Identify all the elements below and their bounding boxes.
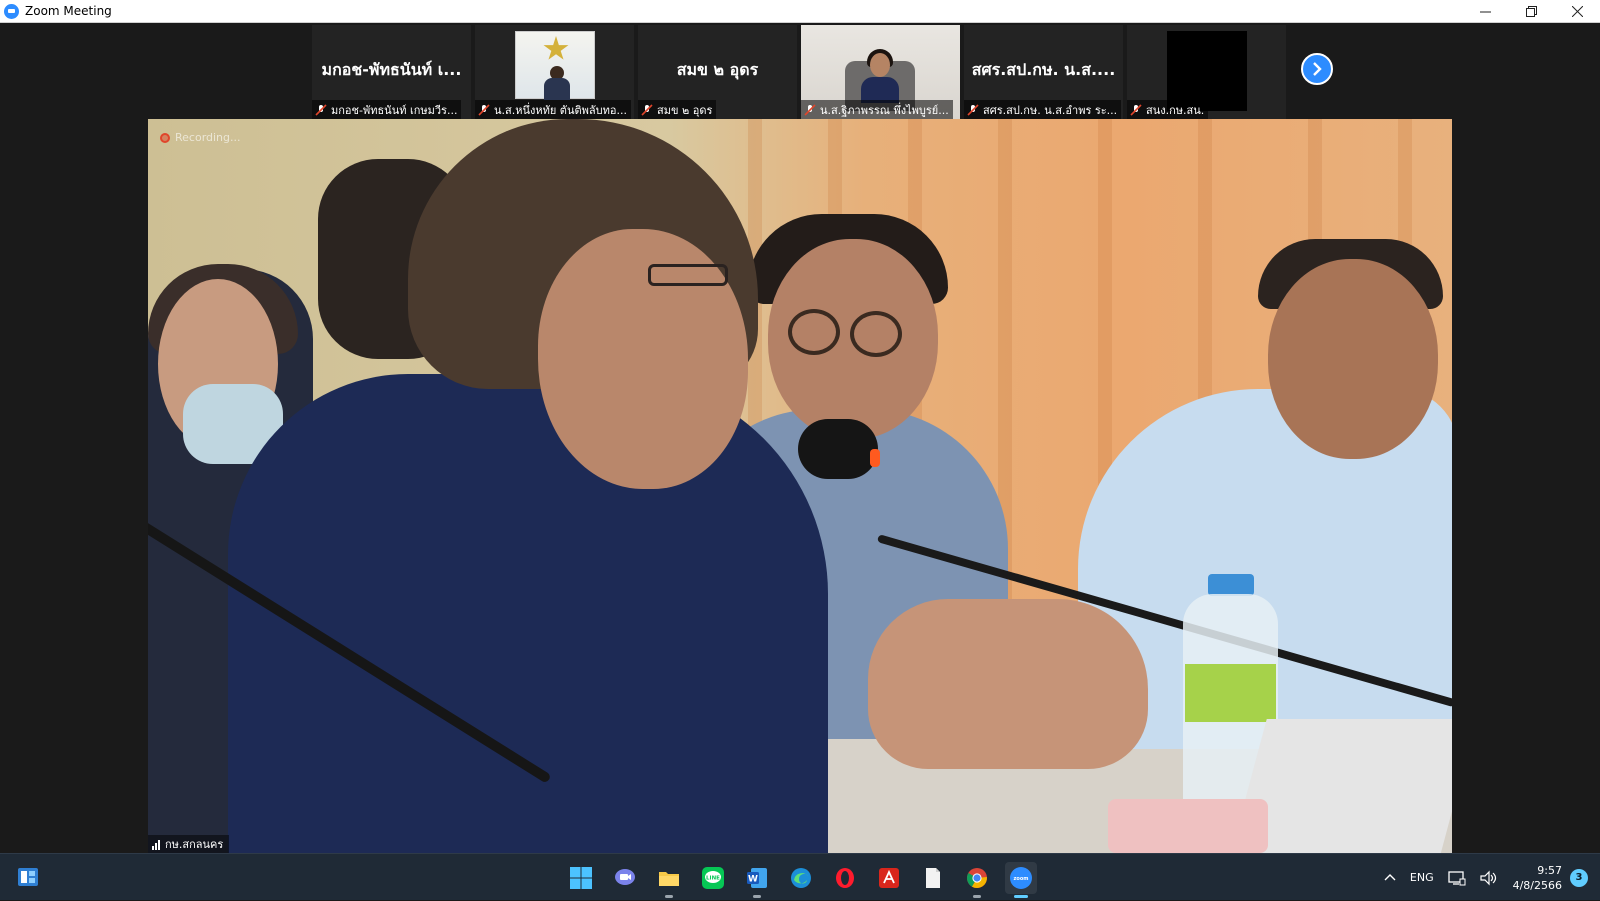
- recording-icon: [160, 132, 170, 143]
- start-button[interactable]: [565, 862, 597, 894]
- participant-name-label: น.ส.ฐิภาพรรณ พึ่งไพบูรย์...: [801, 100, 953, 119]
- participant-name: สนง.กษ.สน.: [1146, 103, 1205, 117]
- participant-name-label: สศร.สป.กษ. น.ส.อำพร ระ...: [964, 100, 1122, 119]
- teams-chat-icon: [615, 868, 635, 885]
- taskbar-line[interactable]: LINE: [697, 862, 729, 894]
- clock-time: 9:57: [1537, 863, 1562, 877]
- file-icon: [926, 867, 940, 888]
- notification-badge[interactable]: 3: [1570, 868, 1588, 887]
- opera-icon: [836, 867, 854, 888]
- widgets-icon: [18, 868, 38, 886]
- input-language[interactable]: ENG: [1410, 871, 1434, 884]
- participant-tile[interactable]: สนง.กษ.สน.: [1127, 25, 1286, 119]
- volume-icon: [1479, 870, 1496, 885]
- participant-name: มกอช-พัทธนันท์ เกษมวีร...: [331, 103, 458, 117]
- volume-button[interactable]: [1479, 870, 1498, 886]
- participant-name: สศร.สป.กษ. น.ส.อำพร ระ...: [983, 103, 1118, 117]
- taskbar-opera[interactable]: [829, 862, 861, 894]
- participant-name: สมข ๒ อุดร: [657, 103, 713, 117]
- close-icon: [1571, 6, 1583, 17]
- mic-muted-icon: [1130, 103, 1142, 116]
- emblem-icon: [543, 36, 569, 60]
- word-icon: W: [747, 867, 767, 888]
- taskbar-file[interactable]: [917, 862, 949, 894]
- microphone: [798, 419, 878, 479]
- participant-video: [1167, 31, 1247, 111]
- taskbar-edge[interactable]: [785, 862, 817, 894]
- chevron-right-icon: [1313, 62, 1322, 76]
- participant-display-name: มกอช-พัทธนันท์ เ...: [321, 60, 462, 79]
- speaker-name: กษ.สกลนคร: [165, 838, 224, 851]
- file-explorer-icon: [659, 871, 679, 886]
- title-bar: Zoom Meeting: [0, 0, 1600, 23]
- mic-muted-icon: [478, 103, 490, 116]
- participant-tile[interactable]: มกอช-พัทธนันท์ เ... มกอช-พัทธนันท์ เกษมว…: [312, 25, 471, 119]
- restore-icon: [1525, 6, 1537, 17]
- participant-name: น.ส.หนึ่งหทัย ตันติพลับทอ...: [494, 103, 627, 117]
- show-hidden-icons-button[interactable]: [1384, 872, 1396, 884]
- mic-muted-icon: [315, 103, 327, 116]
- windows-start-icon: [570, 866, 592, 889]
- mic-muted-icon: [967, 103, 979, 116]
- signal-strength-icon: [152, 839, 160, 850]
- chevron-up-icon: [1384, 873, 1396, 880]
- recording-indicator: Recording...: [160, 131, 241, 144]
- minimize-icon: [1479, 11, 1491, 13]
- participant-name-label: น.ส.หนึ่งหทัย ตันติพลับทอ...: [475, 100, 631, 119]
- taskbar-apps: LINE W zoom: [565, 854, 1037, 901]
- participant-video: [515, 31, 595, 100]
- clock-date: 4/8/2566: [1512, 878, 1562, 892]
- system-tray: ENG 9:57 4/8/2566 3: [1377, 854, 1600, 901]
- clock[interactable]: 9:57 4/8/2566: [1513, 863, 1562, 893]
- line-icon: LINE: [702, 866, 724, 889]
- taskbar-file-explorer[interactable]: [653, 862, 685, 898]
- next-page-button[interactable]: [1301, 53, 1333, 85]
- participant-name: น.ส.ฐิภาพรรณ พึ่งไพบูรย์...: [820, 103, 949, 117]
- svg-text:zoom: zoom: [1014, 876, 1029, 882]
- windows-taskbar: LINE W zoom ENG 9:57 4/8/2566 3: [0, 853, 1600, 900]
- zoom-icon: [4, 3, 19, 19]
- mic-muted-icon: [641, 103, 653, 116]
- participant-tile[interactable]: น.ส.หนึ่งหทัย ตันติพลับทอ...: [475, 25, 634, 119]
- svg-text:W: W: [748, 874, 758, 884]
- participant-tile[interactable]: น.ส.ฐิภาพรรณ พึ่งไพบูรย์...: [801, 25, 960, 119]
- edge-icon: [791, 867, 811, 888]
- meeting-stage: มกอช-พัทธนันท์ เ... มกอช-พัทธนันท์ เกษมว…: [0, 23, 1600, 853]
- network-button[interactable]: [1447, 870, 1466, 886]
- participant-tile[interactable]: สมข ๒ อุดร สมข ๒ อุดร: [638, 25, 797, 119]
- taskbar-teams-chat[interactable]: [609, 862, 641, 894]
- close-button[interactable]: [1554, 0, 1600, 23]
- participant-tile[interactable]: สศร.สป.กษ. น.ส.... สศร.สป.กษ. น.ส.อำพร ร…: [964, 25, 1123, 119]
- mic-muted-icon: [804, 103, 816, 116]
- participant-name-label: สมข ๒ อุดร: [638, 100, 717, 119]
- chrome-icon: [967, 867, 987, 888]
- taskbar-acrobat[interactable]: [873, 862, 905, 894]
- svg-text:LINE: LINE: [706, 875, 720, 881]
- window-title: Zoom Meeting: [25, 4, 112, 18]
- acrobat-icon: [879, 867, 899, 888]
- participant-name-label: มกอช-พัทธนันท์ เกษมวีร...: [312, 100, 462, 119]
- participant-name-label: สนง.กษ.สน.: [1127, 100, 1209, 119]
- restore-button[interactable]: [1508, 0, 1554, 23]
- taskbar-zoom[interactable]: zoom: [1005, 861, 1037, 898]
- participant-display-name: สมข ๒ อุดร: [676, 60, 759, 79]
- widgets-button[interactable]: [17, 866, 39, 888]
- minimize-button[interactable]: [1462, 0, 1508, 23]
- taskbar-chrome[interactable]: [961, 862, 993, 898]
- window-controls: [1462, 0, 1600, 23]
- speaker-name-label: กษ.สกลนคร: [148, 835, 230, 853]
- taskbar-word[interactable]: W: [741, 862, 773, 898]
- gallery-strip: มกอช-พัทธนันท์ เ... มกอช-พัทธนันท์ เกษมว…: [312, 25, 1286, 119]
- zoom-icon: zoom: [1010, 866, 1032, 889]
- network-icon: [1447, 870, 1466, 885]
- active-speaker-video[interactable]: Recording... กษ.สกลนคร: [148, 119, 1452, 853]
- recording-label: Recording...: [175, 131, 241, 144]
- participant-display-name: สศร.สป.กษ. น.ส....: [971, 60, 1116, 79]
